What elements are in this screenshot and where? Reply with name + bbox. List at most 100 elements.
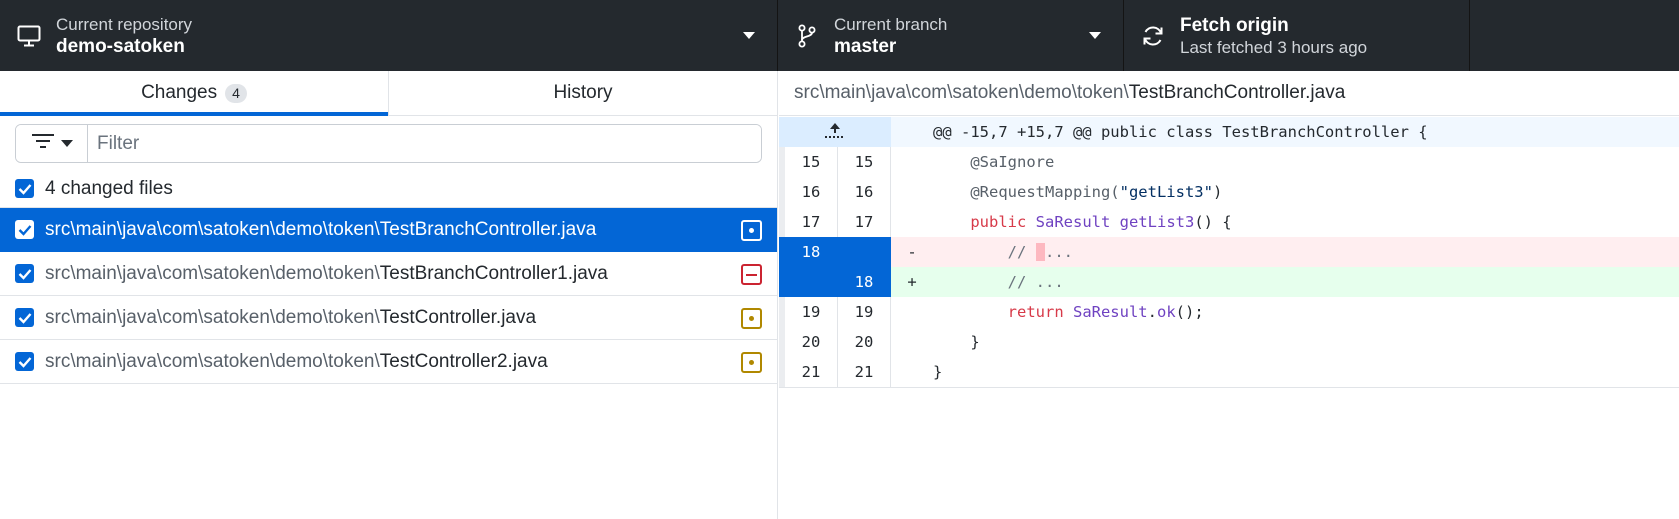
file-deleted-icon — [741, 264, 762, 285]
new-line-number[interactable]: 18 — [838, 267, 891, 297]
code-token: ) — [1212, 183, 1223, 201]
fetch-title: Fetch origin — [1180, 14, 1289, 36]
hunk-header-text: @@ -15,7 +15,7 @@ public class TestBranc… — [933, 123, 1428, 141]
file-modified-icon — [741, 308, 762, 329]
code-text: // ... — [933, 273, 1064, 291]
filter-input[interactable] — [88, 125, 761, 162]
file-path-filename: TestBranchController1.java — [379, 262, 608, 284]
diff-line-deleted[interactable]: 18 - // ... — [779, 237, 1679, 267]
code-token: public — [970, 213, 1036, 231]
branch-selector[interactable]: Current branch master — [778, 0, 1124, 71]
file-path-dir: src\main\java\com\satoken\demo\token\ — [45, 350, 380, 372]
file-path-filename: TestController.java — [379, 306, 537, 328]
file-path-dir: src\main\java\com\satoken\demo\token\ — [45, 262, 380, 284]
new-line-number[interactable] — [838, 237, 891, 267]
new-line-number[interactable]: 15 — [838, 147, 891, 177]
code-text: @SaIgnore — [933, 153, 1054, 171]
file-list-item[interactable]: src\main\java\com\satoken\demo\token\Tes… — [0, 340, 777, 384]
code-text: } — [933, 333, 980, 351]
filter-row — [0, 116, 777, 170]
repository-selector[interactable]: Current repository demo-satoken — [0, 0, 778, 71]
new-line-number[interactable]: 19 — [838, 297, 891, 327]
code-token: } — [970, 333, 980, 351]
chevron-down-icon — [1089, 32, 1101, 39]
file-include-checkbox[interactable] — [15, 220, 34, 239]
new-line-number[interactable]: 16 — [838, 177, 891, 207]
diff-path-filename: TestBranchController.java — [1128, 82, 1346, 103]
diff-line-context[interactable]: 15 15 @SaIgnore — [779, 147, 1679, 177]
code-text: public SaResult getList3() { — [933, 213, 1231, 231]
code-token: (); — [1175, 303, 1204, 321]
sync-icon — [1140, 23, 1166, 49]
expand-hunk-button[interactable] — [779, 117, 891, 147]
new-line-number[interactable]: 17 — [838, 207, 891, 237]
diff-line-context[interactable]: 21 21} — [779, 357, 1679, 387]
filter-icon — [31, 133, 55, 154]
hunk-header-row: @@ -15,7 +15,7 @@ public class TestBranc… — [779, 117, 1679, 147]
file-modified-icon — [741, 220, 762, 241]
code-token: . — [1147, 303, 1157, 321]
changes-count-badge: 4 — [225, 83, 247, 103]
repository-label: Current repository — [56, 14, 193, 34]
code-token: ok — [1156, 303, 1176, 321]
code-token: @RequestMapping( — [970, 183, 1120, 201]
changes-sidebar: Changes 4 History 4 changed files src\ma… — [0, 71, 778, 519]
fetch-origin-button[interactable]: Fetch origin Last fetched 3 hours ago — [1124, 0, 1470, 71]
changed-char-highlight — [1035, 243, 1045, 261]
old-line-number[interactable]: 15 — [779, 147, 838, 177]
branch-label: Current branch — [834, 14, 948, 34]
code-token: } — [933, 363, 943, 381]
diff-line-context[interactable]: 17 17 public SaResult getList3() { — [779, 207, 1679, 237]
old-line-number[interactable]: 21 — [779, 357, 838, 387]
old-line-number[interactable]: 20 — [779, 327, 838, 357]
code-token: @SaIgnore — [970, 153, 1055, 171]
diff-line-context[interactable]: 20 20 } — [779, 327, 1679, 357]
select-all-checkbox[interactable] — [15, 179, 34, 198]
code-token: SaResult — [1072, 303, 1148, 321]
toolbar: Current repository demo-satoken Current … — [0, 0, 1679, 71]
code-token: getList3 — [1119, 213, 1195, 231]
code-text: } — [933, 363, 942, 381]
new-line-number[interactable]: 20 — [838, 327, 891, 357]
tab-changes[interactable]: Changes 4 — [0, 71, 388, 116]
file-include-checkbox[interactable] — [15, 264, 34, 283]
old-line-number[interactable]: 16 — [779, 177, 838, 207]
file-path: src\main\java\com\satoken\demo\token\Tes… — [45, 351, 548, 373]
file-list-item[interactable]: src\main\java\com\satoken\demo\token\Tes… — [0, 296, 777, 340]
diff-line-context[interactable]: 16 16 @RequestMapping("getList3") — [779, 177, 1679, 207]
old-line-number[interactable]: 18 — [779, 237, 838, 267]
file-path: src\main\java\com\satoken\demo\token\Tes… — [45, 219, 596, 241]
old-line-number[interactable]: 17 — [779, 207, 838, 237]
diff-line-added[interactable]: 18 + // ... — [779, 267, 1679, 297]
changed-files-list: src\main\java\com\satoken\demo\token\Tes… — [0, 207, 777, 384]
diff-end-divider — [779, 387, 1679, 388]
tab-history[interactable]: History — [388, 71, 777, 115]
changed-files-label: 4 changed files — [45, 177, 173, 199]
new-line-number[interactable]: 21 — [838, 357, 891, 387]
file-path-dir: src\main\java\com\satoken\demo\token\ — [45, 218, 380, 240]
filter-options-button[interactable] — [16, 125, 88, 162]
tab-changes-label: Changes — [141, 82, 218, 103]
diff-line-context[interactable]: 19 19 return SaResult.ok(); — [779, 297, 1679, 327]
select-all-row: 4 changed files — [0, 170, 777, 207]
old-line-number[interactable]: 19 — [779, 297, 838, 327]
old-line-number[interactable] — [779, 267, 838, 297]
diff-content: @@ -15,7 +15,7 @@ public class TestBranc… — [779, 117, 1679, 388]
file-include-checkbox[interactable] — [15, 308, 34, 327]
file-list-item[interactable]: src\main\java\com\satoken\demo\token\Tes… — [0, 252, 777, 296]
code-token: ... — [1045, 243, 1073, 261]
code-token: SaResult — [1035, 213, 1120, 231]
diff-file-path: src\main\java\com\satoken\demo\token\ Tes… — [779, 71, 1679, 116]
desktop-icon — [16, 23, 42, 49]
file-list-item[interactable]: src\main\java\com\satoken\demo\token\Tes… — [0, 208, 777, 252]
repository-name: demo-satoken — [56, 35, 185, 57]
file-include-checkbox[interactable] — [15, 352, 34, 371]
file-modified-icon — [741, 352, 762, 373]
file-path-dir: src\main\java\com\satoken\demo\token\ — [45, 306, 380, 328]
filter-box — [15, 124, 762, 163]
